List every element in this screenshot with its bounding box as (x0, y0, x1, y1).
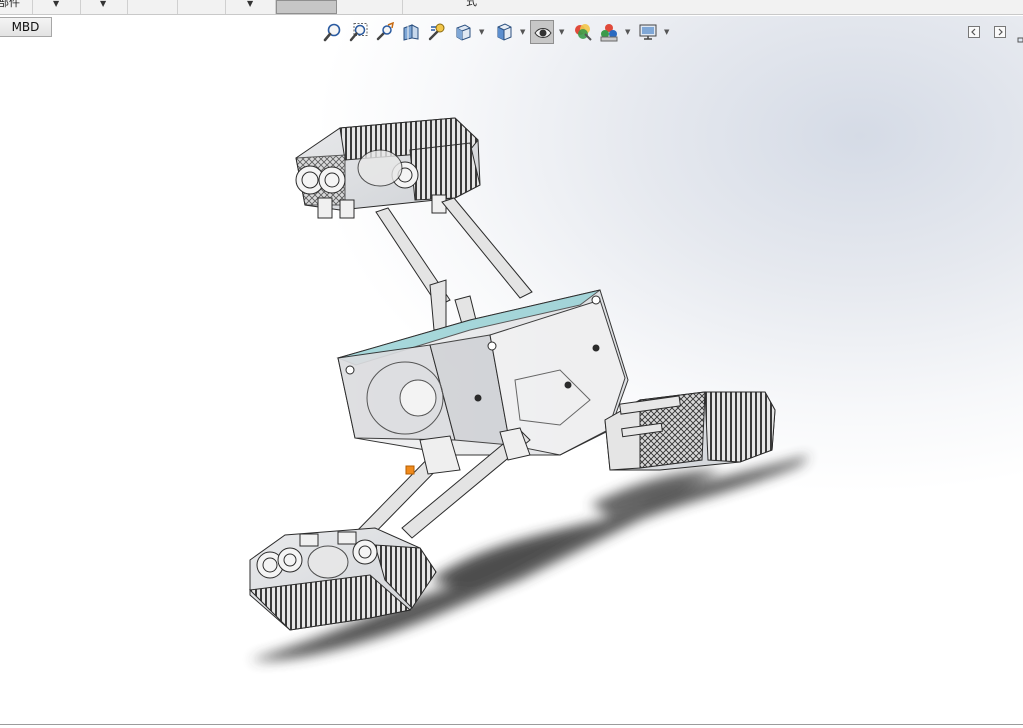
zoom-to-area-icon (349, 23, 368, 42)
ribbon-dropdown-2[interactable]: ▼ (81, 0, 128, 14)
ribbon-partial-cell[interactable]: 部件 (0, 0, 33, 14)
upper-struts[interactable] (375, 197, 533, 331)
ribbon-cell-8[interactable]: 式 (403, 0, 543, 14)
edit-appearance-icon (575, 24, 592, 41)
view-orientation-button[interactable] (451, 20, 475, 44)
task-pane-edge[interactable] (1017, 28, 1023, 43)
chevron-down-icon[interactable]: ▼ (520, 29, 525, 36)
hide-show-items-button[interactable] (530, 20, 554, 44)
view-settings-button[interactable] (636, 20, 660, 44)
zoom-to-area-button[interactable] (347, 20, 371, 44)
previous-view-icon (376, 22, 394, 41)
ribbon-cut-label: 式 (466, 0, 477, 8)
ribbon-cell-4[interactable] (178, 0, 226, 14)
ribbon-cell-7[interactable] (337, 0, 403, 14)
edit-appearance-button[interactable] (571, 20, 595, 44)
display-style-icon (497, 23, 512, 41)
robot-assembly-model[interactable] (0, 16, 1023, 725)
chevron-down-icon[interactable]: ▼ (479, 29, 484, 36)
lower-struts[interactable] (351, 427, 531, 545)
dynamic-annotation-button[interactable] (425, 20, 449, 44)
ribbon-dropdown-1[interactable]: ▼ (33, 0, 81, 14)
zoom-to-fit-button[interactable] (321, 20, 345, 44)
chevron-down-icon[interactable]: ▼ (625, 29, 630, 36)
ribbon-cell-3[interactable] (128, 0, 178, 14)
view-settings-icon (639, 24, 657, 40)
right-track-module[interactable] (604, 391, 776, 471)
display-style-button[interactable] (492, 20, 516, 44)
chevron-down-icon[interactable]: ▼ (664, 29, 669, 36)
chevron-down-icon: ▼ (53, 0, 60, 8)
tab-mbd[interactable]: MBD (0, 17, 52, 37)
task-pane-icon (1017, 37, 1023, 43)
ribbon-dropdown-5[interactable]: ▼ (226, 0, 276, 14)
chevron-down-icon: ▼ (100, 0, 107, 8)
zoom-to-fit-icon (323, 23, 341, 42)
apply-scene-button[interactable] (597, 20, 621, 44)
section-view-icon (403, 24, 419, 41)
expand-right-panel-button[interactable] (993, 24, 1007, 38)
view-orientation-icon (456, 24, 471, 41)
central-body[interactable] (336, 289, 629, 456)
heads-up-view-toolbar: ▼ ▼ ▼ ▼ ▼ (318, 20, 678, 44)
graphics-viewport[interactable] (0, 16, 1023, 725)
chevron-down-icon: ▼ (247, 0, 254, 8)
ribbon-partial-label: 部件 (0, 0, 20, 9)
collapse-left-panel-button[interactable] (967, 24, 981, 38)
status-divider (0, 724, 1023, 725)
ribbon-active-cell[interactable] (276, 0, 337, 14)
panel-expand-icon (994, 26, 1006, 38)
hide-show-items-icon (534, 28, 552, 38)
previous-view-button[interactable] (373, 20, 397, 44)
chevron-down-icon[interactable]: ▼ (559, 29, 564, 36)
dynamic-annotation-icon (428, 23, 445, 41)
apply-scene-icon (600, 24, 618, 42)
panel-collapse-icon (968, 26, 980, 38)
section-view-button[interactable] (399, 20, 423, 44)
ribbon-strip: 部件 ▼ ▼ ▼ 式 (0, 0, 1023, 15)
